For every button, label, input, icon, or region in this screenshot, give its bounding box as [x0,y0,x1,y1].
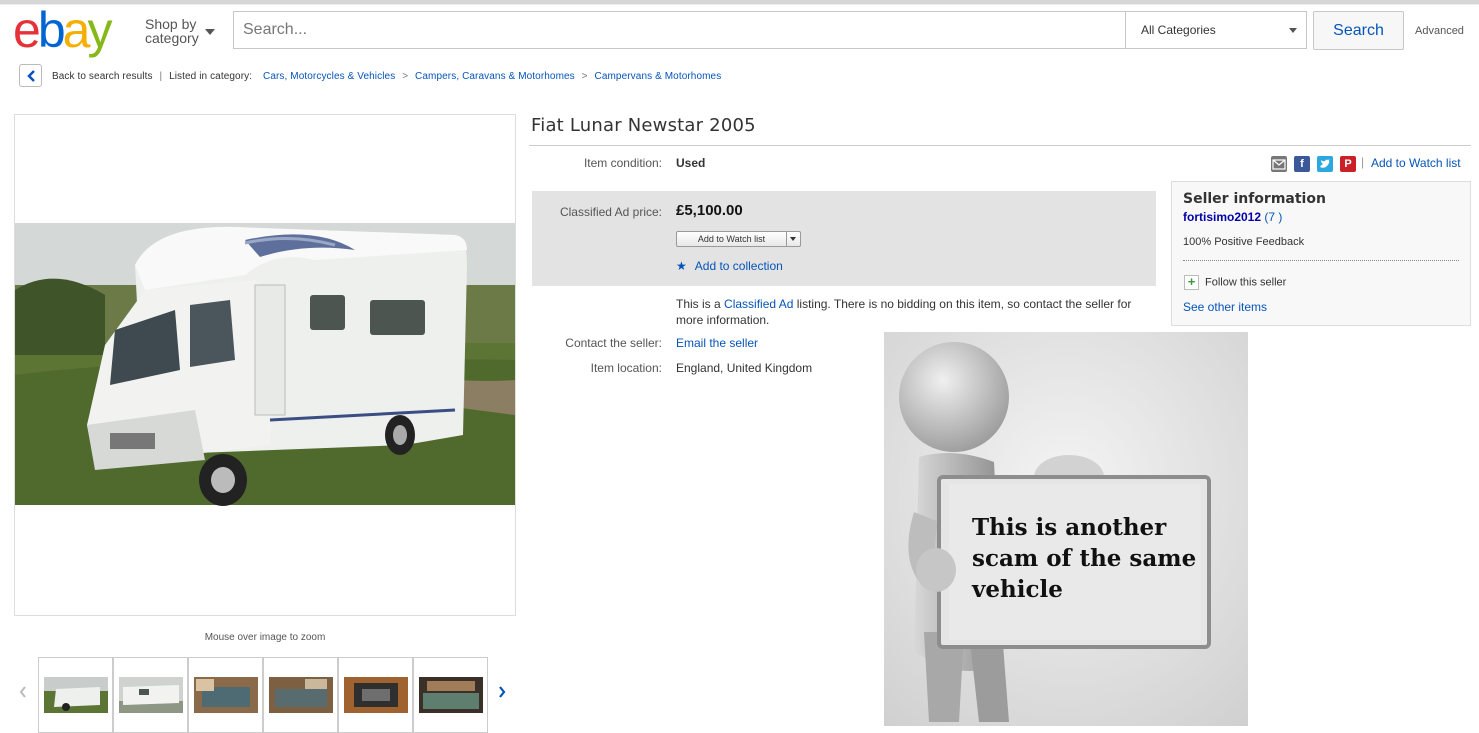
logo-letter-y: y [87,2,112,58]
breadcrumb-separator: > [402,71,409,82]
title-divider [529,145,1471,146]
shop-by-label: Shop by [145,16,197,32]
seller-username-link[interactable]: fortisimo2012 (7 ) [1183,210,1282,224]
breadcrumb: Back to search results | Listed in categ… [52,71,721,82]
contact-label: Contact the seller: [565,336,662,350]
location-value: England, United Kingdom [676,361,813,375]
sign-text: This is another scam of the same vehicle [972,514,1197,603]
email-icon[interactable] [1271,156,1287,172]
search-input[interactable] [234,12,1124,48]
star-icon: ★ [676,259,687,273]
breadcrumb-campers[interactable]: Campers, Caravans & Motorhomes [415,71,575,82]
logo-letter-a: a [62,2,91,58]
thumbnail-image [119,677,183,713]
thumbnail-5[interactable] [338,657,413,733]
add-to-watch-list-button[interactable]: Add to Watch list [676,231,801,247]
breadcrumb-divider: | [159,71,163,82]
seller-info-heading: Seller information [1183,191,1326,207]
breadcrumb-cars[interactable]: Cars, Motorcycles & Vehicles [263,71,395,82]
item-title: Fiat Lunar Newstar 2005 [531,115,756,136]
top-border [0,0,1479,5]
category-select-value: All Categories [1141,23,1216,37]
envelope-glyph [1272,159,1286,170]
chevron-down-icon [205,29,215,35]
price-label: Classified Ad price: [559,205,662,219]
main-item-image[interactable] [14,114,516,616]
chevron-down-icon [1289,28,1297,33]
breadcrumb-separator: > [581,71,588,82]
thumbnail-image [344,677,408,713]
classified-ad-notice: This is a Classified Ad listing. There i… [676,296,1146,328]
thumbnail-image [269,677,333,713]
search-bar: All Categories [233,11,1307,49]
thumbnail-prev-arrow-icon[interactable] [18,685,28,699]
follow-seller-button[interactable]: + Follow this seller [1184,275,1286,290]
chevron-left-icon [27,70,35,82]
price-value: £5,100.00 [676,202,743,219]
plus-icon: + [1184,275,1199,290]
condition-value: Used [676,156,706,170]
ebay-logo[interactable]: ebay [13,2,112,58]
positive-feedback: 100% Positive Feedback [1183,236,1305,248]
feedback-score[interactable]: (7 ) [1264,210,1282,224]
scam-warning-overlay-image: This is another scam of the same vehicle [884,332,1248,726]
advanced-search-link[interactable]: Advanced [1415,25,1464,37]
category-label: category [145,30,199,46]
seller-divider [1183,260,1459,261]
add-to-collection-link[interactable]: ★ Add to collection [676,259,783,273]
zoom-hint: Mouse over image to zoom [204,632,326,643]
thumbnail-3[interactable] [188,657,263,733]
location-label: Item location: [590,361,662,375]
add-to-watch-list-link[interactable]: Add to Watch list [1371,156,1461,170]
motorhome-photo [15,223,515,506]
chevron-down-icon[interactable] [790,237,796,241]
logo-letter-e: e [13,2,41,58]
thumbnail-next-arrow-icon[interactable] [497,685,507,699]
thumbnail-1[interactable] [38,657,113,733]
logo-letter-b: b [37,2,66,58]
thumbnail-image [44,677,108,713]
twitter-icon[interactable] [1317,156,1333,172]
classified-ad-link[interactable]: Classified Ad [724,297,793,311]
seller-username: fortisimo2012 [1183,210,1262,224]
thumbnail-image [419,677,483,713]
back-to-results-link[interactable]: Back to search results [52,71,153,82]
shop-by-category-button[interactable]: Shop by category [145,16,215,46]
bird-glyph [1320,159,1330,168]
notice-text: This is a [676,297,721,311]
thumbnail-image [194,677,258,713]
collection-label: Add to collection [694,259,783,273]
breadcrumb-campervans[interactable]: Campervans & Motorhomes [595,71,722,82]
listed-in-label: Listed in category: [169,71,253,82]
back-button[interactable] [19,64,42,87]
email-seller-link[interactable]: Email the seller [676,336,758,350]
thumbnail-6[interactable] [413,657,488,733]
thumbnail-4[interactable] [263,657,338,733]
search-button[interactable]: Search [1313,11,1404,50]
watch-button-label: Add to Watch list [677,232,787,246]
follow-label: Follow this seller [1205,276,1287,289]
condition-label: Item condition: [583,156,662,170]
facebook-icon[interactable]: f [1294,156,1310,172]
share-separator: | [1361,155,1365,169]
pinterest-icon[interactable]: P [1340,156,1356,172]
category-select[interactable]: All Categories [1125,12,1307,48]
thumbnail-2[interactable] [113,657,188,733]
see-other-items-link[interactable]: See other items [1183,300,1267,314]
